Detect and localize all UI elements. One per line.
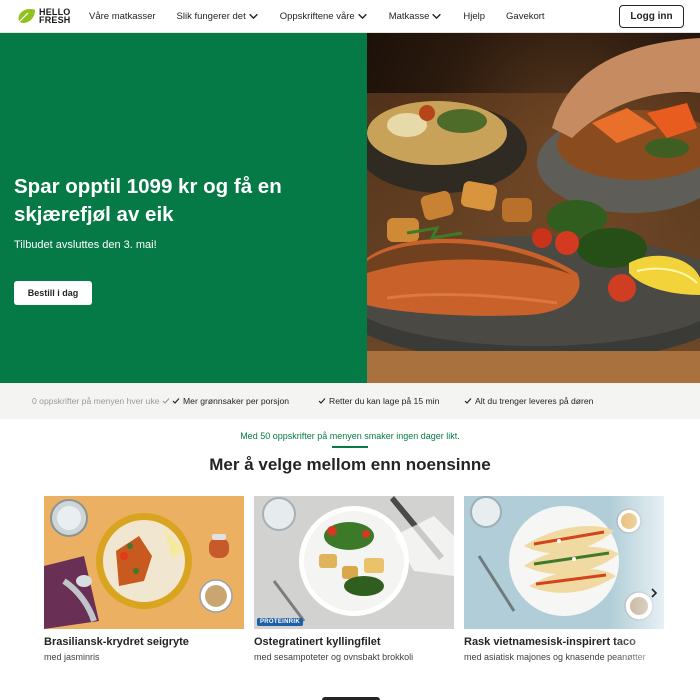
proteinrik-badge: PROTEINRIK: [257, 618, 304, 626]
nav-link-label: Våre matkasser: [89, 11, 156, 22]
recipe-title: Ostegratinert kyllingfilet: [254, 636, 381, 648]
recipe-image: [44, 496, 244, 629]
checkmark-icon: [172, 398, 180, 404]
top-navigation: HELLO FRESH Våre matkasser Slik fungerer…: [0, 0, 700, 33]
nav-link-label: Hjelp: [463, 11, 486, 22]
recipes-heading: Mer å velge mellom enn noensinne: [209, 455, 491, 474]
checkmark-icon: [318, 398, 326, 404]
recipe-card[interactable]: Rask vietnamesisk-inspirert taco med asi…: [464, 496, 664, 662]
recipe-title: Rask vietnamesisk-inspirert taco: [464, 636, 636, 648]
benefit-item: 0 oppskrifter på menyen hver uke: [32, 396, 173, 406]
order-today-button[interactable]: Bestill i dag: [14, 281, 92, 305]
chevron-down-icon: [357, 13, 367, 20]
stew-bowl-illustration: [44, 496, 244, 629]
nav-link-gavekort[interactable]: Gavekort: [506, 11, 545, 22]
recipe-description: med sesampoteter og ovnsbakt brokkoli: [254, 652, 414, 662]
benefit-item: Mer grønnsaker per porsjon: [172, 396, 289, 406]
recipes-kicker: Med 50 oppskrifter på menyen smaker inge…: [240, 431, 460, 441]
lime-logo-icon: [17, 9, 35, 24]
recipe-description: med asiatisk majones og knasende peanøtt…: [464, 652, 646, 662]
recipe-image: PROTEINRIK: [254, 496, 454, 629]
chicken-plate-illustration: [254, 496, 454, 629]
hero-food-image: [367, 33, 700, 383]
nav-link-label: Slik fungerer det: [176, 11, 246, 22]
chevron-down-icon: [432, 13, 442, 20]
recipe-card[interactable]: Brasiliansk-krydret seigryte med jasminr…: [44, 496, 244, 662]
nav-link-hjelp[interactable]: Hjelp: [463, 11, 485, 22]
nav-link-oppskriftene[interactable]: Oppskriftene våre: [280, 11, 368, 22]
recipe-image: [464, 496, 664, 629]
chevron-down-icon: [248, 13, 258, 20]
benefits-strip: 0 oppskrifter på menyen hver uke Mer grø…: [0, 383, 700, 419]
benefit-item: Alt du trenger leveres på døren: [464, 396, 593, 406]
section-divider: [332, 446, 368, 448]
nav-link-matkasse[interactable]: Matkasse: [389, 11, 443, 22]
recipe-description: med jasminris: [44, 652, 100, 662]
nav-link-label: Gavekort: [506, 11, 545, 22]
nav-link-matkasser[interactable]: Våre matkasser: [89, 11, 156, 22]
checkmark-icon: [464, 398, 472, 404]
benefit-label: 0 oppskrifter på menyen hver uke: [32, 396, 160, 406]
benefit-label: Retter du kan lage på 15 min: [329, 396, 440, 406]
nav-link-label: Matkasse: [388, 11, 430, 22]
chevron-right-icon: [651, 588, 658, 598]
carousel-next-button[interactable]: [646, 585, 662, 601]
salmon-plate-illustration: [367, 33, 700, 383]
hero-subtitle: Tilbudet avsluttes den 3. mai!: [14, 239, 157, 251]
benefit-label: Alt du trenger leveres på døren: [475, 396, 594, 406]
benefit-item: Retter du kan lage på 15 min: [318, 396, 439, 406]
login-button[interactable]: Logg inn: [619, 5, 684, 28]
recipe-title: Brasiliansk-krydret seigryte: [44, 636, 189, 648]
checkmark-icon: [162, 398, 169, 404]
hero-title: Spar opptil 1099 kr og få en skjærefjøl …: [14, 175, 282, 226]
recipe-card[interactable]: PROTEINRIK Ostegratinert kyllingfilet me…: [254, 496, 454, 662]
nav-link-slik-fungerer-det[interactable]: Slik fungerer det: [177, 11, 259, 22]
logo-wordmark: HELLO FRESH: [39, 7, 71, 25]
taco-plate-illustration: [464, 496, 664, 629]
nav-link-label: Oppskriftene våre: [279, 11, 355, 22]
main-menu: Våre matkasser Slik fungerer det Oppskri…: [89, 0, 566, 33]
hellofresh-logo[interactable]: HELLO FRESH: [16, 7, 71, 25]
benefit-label: Mer grønnsaker per porsjon: [183, 396, 290, 406]
hero-promo-panel: Spar opptil 1099 kr og få en skjærefjøl …: [0, 33, 367, 383]
